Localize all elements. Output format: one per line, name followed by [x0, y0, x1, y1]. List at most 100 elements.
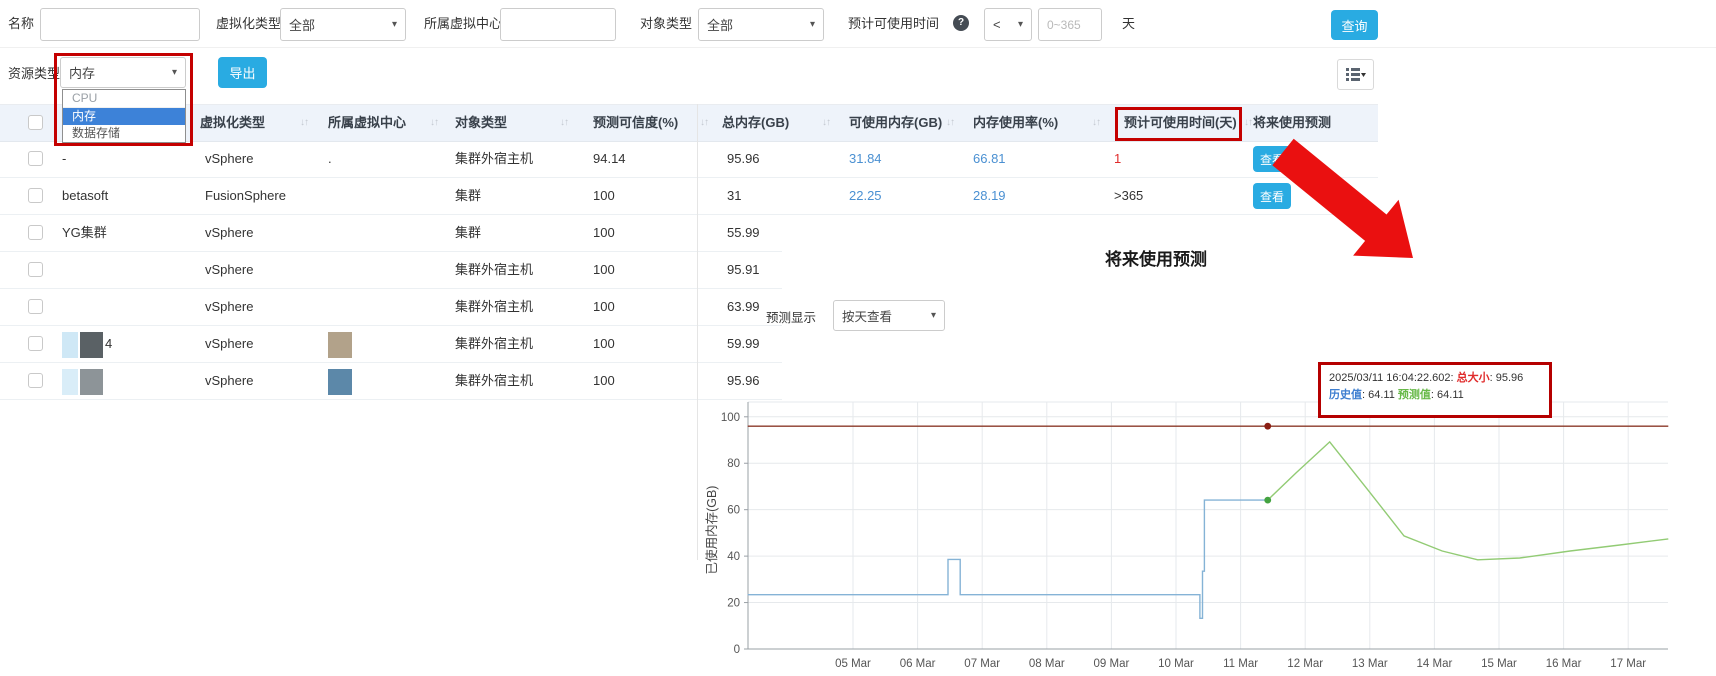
- column-header-5[interactable]: 总内存(GB): [722, 105, 789, 141]
- cell-total-memory: 95.96: [727, 140, 839, 177]
- cell-name: betasoft: [62, 177, 192, 214]
- column-header-2[interactable]: 所属虚拟中心: [328, 105, 406, 141]
- resource-type-select-value: 内存: [69, 63, 95, 82]
- sort-icon[interactable]: ↓↑: [300, 105, 308, 141]
- cell-name: -: [62, 140, 192, 177]
- caret-down-icon: [1361, 73, 1366, 77]
- svg-text:14 Mar: 14 Mar: [1417, 658, 1453, 670]
- cell-confidence: 100: [593, 325, 713, 362]
- sort-icon[interactable]: ↓↑: [946, 105, 954, 141]
- redacted-block: [80, 332, 103, 358]
- svg-text:100: 100: [721, 412, 740, 424]
- row-checkbox[interactable]: [28, 151, 43, 166]
- sort-icon[interactable]: ↓↑: [1244, 105, 1252, 141]
- sort-icon[interactable]: ↓↑: [430, 105, 438, 141]
- redacted-block: [62, 369, 78, 395]
- svg-text:20: 20: [727, 598, 740, 610]
- row-checkbox[interactable]: [28, 336, 43, 351]
- chart-series-3: [1268, 442, 1669, 560]
- sort-icon[interactable]: ↓↑: [560, 105, 568, 141]
- cell-estimated-days: 1: [1114, 140, 1244, 177]
- cell-memory-usage[interactable]: 66.81: [973, 140, 1103, 177]
- cell-object-type: 集群外宿主机: [455, 251, 587, 288]
- resource-type-option[interactable]: 数据存储: [63, 125, 185, 142]
- cell-virtualization-type: vSphere: [205, 251, 320, 288]
- chart-marker: [1264, 497, 1271, 504]
- row-checkbox[interactable]: [28, 299, 43, 314]
- cell-available-memory[interactable]: 31.84: [849, 140, 964, 177]
- est-time-operator-select[interactable]: < ▾: [984, 8, 1032, 41]
- resource-type-option[interactable]: 内存: [63, 108, 185, 125]
- resource-type-option[interactable]: CPU: [63, 90, 185, 108]
- cell-object-type: 集群: [455, 177, 587, 214]
- est-time-filter-label: 预计可使用时间: [848, 14, 939, 34]
- cell-total-memory: 31: [727, 177, 839, 214]
- display-mode-select-value: 按天查看: [842, 306, 892, 325]
- sort-icon[interactable]: ↓↑: [822, 105, 830, 141]
- chevron-down-icon: ▾: [1018, 19, 1023, 30]
- virt-type-select[interactable]: 全部 ▾: [280, 8, 406, 41]
- name-filter-label: 名称: [8, 14, 34, 34]
- svg-text:13 Mar: 13 Mar: [1352, 658, 1388, 670]
- column-settings-button[interactable]: [1337, 59, 1374, 90]
- row-checkbox[interactable]: [28, 373, 43, 388]
- row-checkbox[interactable]: [28, 188, 43, 203]
- svg-text:08 Mar: 08 Mar: [1029, 658, 1065, 670]
- table-row: vSphere集群外宿主机10095.91: [0, 251, 782, 289]
- cell-total-memory: 55.99: [727, 214, 839, 251]
- cell-name: 4: [62, 325, 192, 362]
- fixed-column-divider: [697, 104, 698, 560]
- chart-y-axis-label: 已使用内存(GB): [704, 486, 719, 575]
- column-header-3[interactable]: 对象类型: [455, 105, 507, 141]
- object-type-filter-label: 对象类型: [640, 14, 692, 34]
- cell-available-memory[interactable]: 22.25: [849, 177, 964, 214]
- row-checkbox[interactable]: [28, 262, 43, 277]
- resource-type-select[interactable]: 内存 ▾: [60, 57, 186, 88]
- help-icon[interactable]: ?: [953, 15, 969, 31]
- export-button[interactable]: 导出: [218, 57, 267, 88]
- list-icon: [1346, 68, 1366, 82]
- cell-estimated-days: >365: [1114, 177, 1244, 214]
- column-header-1[interactable]: 虚拟化类型: [200, 105, 265, 141]
- vcenter-filter-label: 所属虚拟中心: [424, 14, 502, 34]
- cell-vcenter: .: [328, 140, 448, 177]
- select-all-checkbox[interactable]: [28, 115, 43, 130]
- chevron-down-icon: ▾: [392, 19, 397, 30]
- sort-icon[interactable]: ↓↑: [1092, 105, 1100, 141]
- svg-text:12 Mar: 12 Mar: [1287, 658, 1323, 670]
- column-header-6[interactable]: 可使用内存(GB): [849, 105, 942, 141]
- object-type-select[interactable]: 全部 ▾: [698, 8, 824, 41]
- cell-object-type: 集群外宿主机: [455, 325, 587, 362]
- cell-object-type: 集群外宿主机: [455, 288, 587, 325]
- est-time-operator-value: <: [993, 17, 1001, 32]
- column-header-7[interactable]: 内存使用率(%): [973, 105, 1058, 141]
- cell-object-type: 集群: [455, 214, 587, 251]
- display-mode-select[interactable]: 按天查看 ▾: [833, 300, 945, 331]
- table-row: vSphere集群外宿主机10095.96: [0, 362, 782, 400]
- chevron-down-icon: ▾: [931, 310, 936, 321]
- search-button[interactable]: 查询: [1331, 10, 1378, 40]
- svg-text:09 Mar: 09 Mar: [1094, 658, 1130, 670]
- usage-forecast-chart: 02040608010005 Mar06 Mar07 Mar08 Mar09 M…: [700, 365, 1716, 676]
- svg-text:80: 80: [727, 458, 740, 470]
- table-row: 4vSphere集群外宿主机10059.99: [0, 325, 782, 363]
- column-header-8[interactable]: 预计可使用时间(天): [1124, 105, 1237, 141]
- cell-virtualization-type: vSphere: [205, 140, 320, 177]
- table-row: vSphere集群外宿主机10063.99: [0, 288, 782, 326]
- cell-virtualization-type: vSphere: [205, 362, 320, 399]
- redacted-block: [328, 332, 352, 358]
- vcenter-filter-input[interactable]: [500, 8, 616, 41]
- est-time-range-input[interactable]: [1038, 8, 1102, 41]
- sort-icon[interactable]: ↓↑: [700, 105, 708, 141]
- svg-text:05 Mar: 05 Mar: [835, 658, 871, 670]
- row-checkbox[interactable]: [28, 225, 43, 240]
- redacted-block: [328, 369, 352, 395]
- cell-name: YG集群: [62, 214, 192, 251]
- resource-type-dropdown: CPU内存数据存储: [62, 89, 186, 143]
- name-filter-input[interactable]: [40, 8, 200, 41]
- cell-memory-usage[interactable]: 28.19: [973, 177, 1103, 214]
- virt-type-select-value: 全部: [289, 15, 315, 34]
- cell-virtualization-type: vSphere: [205, 288, 320, 325]
- column-header-4[interactable]: 预测可信度(%): [593, 105, 678, 141]
- chevron-down-icon: ▾: [172, 67, 177, 78]
